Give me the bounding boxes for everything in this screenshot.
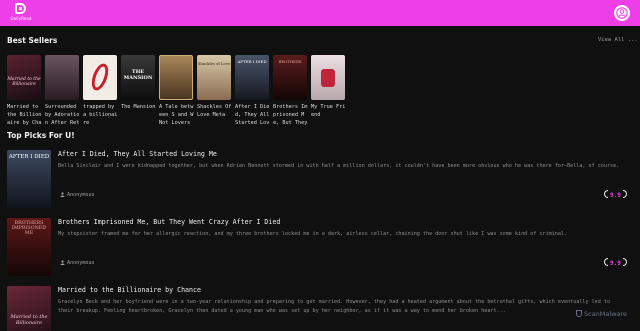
pick-description: My stepsister framed me for her allergic… — [58, 231, 568, 237]
book-cover — [45, 55, 79, 100]
book-cover: AFTER I DIED — [235, 55, 269, 100]
cover-art — [88, 61, 112, 93]
rating-value: 9.9 — [610, 192, 621, 199]
user-avatar-button[interactable] — [614, 5, 630, 21]
pick-author: Anonymous — [60, 260, 95, 266]
top-picks-heading: Top Picks For U! — [7, 131, 75, 140]
book-cover: Shackles of Love — [197, 55, 231, 100]
cover-title: Married to the Billionaire — [7, 77, 41, 87]
rating-badge: 9.9 — [604, 258, 627, 268]
book-title: Brothers Imprisoned Me, But They Went Cr… — [273, 104, 308, 126]
pick-cover: AFTER I DIED — [7, 150, 51, 208]
book-cover: Married to the Billionaire — [7, 55, 41, 100]
best-sellers-heading: Best Sellers — [7, 36, 58, 45]
shield-icon — [576, 310, 582, 317]
book-card[interactable]: Surrounded by Adoration After Return — [45, 55, 79, 128]
cover-art — [321, 69, 335, 87]
cover-title: THE MANSION — [123, 69, 153, 81]
book-title: Surrounded by Adoration After Return — [45, 104, 80, 126]
top-pick-item[interactable]: AFTER I DIED After I Died, They All Star… — [7, 150, 633, 212]
book-card[interactable]: trapped by a billionaire — [83, 55, 117, 128]
laurel-right-icon — [622, 190, 627, 198]
pick-description: Bella Sinclair and I were kidnapped toge… — [58, 163, 620, 169]
book-cover — [311, 55, 345, 100]
view-all-link[interactable]: View All ... — [598, 37, 638, 43]
cover-title: AFTER I DIED — [237, 59, 267, 64]
pick-cover: Married to the Billionaire — [7, 286, 51, 331]
person-icon — [60, 192, 65, 197]
book-cover: BROTHERS — [273, 55, 307, 100]
cover-title: AFTER I DIED — [8, 154, 50, 160]
cover-title: BROTHERS — [278, 59, 302, 64]
pick-title: Brothers Imprisoned Me, But They Went Cr… — [58, 218, 281, 226]
rating-badge: 9.9 — [604, 190, 627, 200]
person-icon — [60, 260, 65, 265]
author-name: Anonymous — [67, 192, 95, 198]
book-card[interactable]: Shackles of Love Shackles Of Love Meta — [197, 55, 231, 128]
top-pick-item[interactable]: Married to the Billionaire Married to th… — [7, 286, 633, 331]
book-card[interactable]: AFTER I DIED After I Died, They All Star… — [235, 55, 269, 128]
book-card[interactable]: BROTHERS Brothers Imprisoned Me, But The… — [273, 55, 307, 128]
book-cover — [83, 55, 117, 100]
book-title: trapped by a billionaire — [83, 104, 118, 126]
user-icon — [616, 7, 628, 19]
pick-title: Married to the Billionaire by Chance — [58, 286, 201, 294]
book-cover — [159, 55, 193, 100]
pick-cover: BROTHERS IMPRISONED ME — [7, 218, 51, 276]
watermark-text: ScanMalware — [584, 310, 628, 318]
cover-title: BROTHERS IMPRISONED ME — [11, 221, 47, 236]
book-card[interactable]: A Tale between S and W Not Lovers — [159, 55, 193, 128]
book-title: The Mansion — [121, 104, 156, 110]
rating-value: 9.9 — [610, 260, 621, 267]
book-card[interactable]: Married to the Billionaire Married to th… — [7, 55, 41, 128]
pick-author: Anonymous — [60, 192, 95, 198]
top-pick-item[interactable]: BROTHERS IMPRISONED ME Brothers Imprison… — [7, 218, 633, 280]
laurel-left-icon — [604, 258, 608, 266]
book-cover: THE MANSION — [121, 55, 155, 100]
best-sellers-shelf: Married to the Billionaire Married to th… — [7, 55, 352, 130]
book-title: A Tale between S and W Not Lovers — [159, 104, 194, 126]
cover-title: Married to the Billionaire — [10, 314, 48, 326]
author-name: Anonymous — [67, 260, 95, 266]
pick-description: Gracelyn Beck and her boyfriend were in … — [58, 299, 611, 314]
logo[interactable]: DailyRead — [10, 3, 32, 23]
book-title: My True Friend — [311, 104, 346, 118]
book-title: Married to the Billionaire by Chance — [7, 104, 42, 126]
book-title: Shackles Of Love Meta — [197, 104, 232, 118]
book-card[interactable]: THE MANSION The Mansion — [121, 55, 155, 128]
book-title: After I Died, They All Started Loving Me — [235, 104, 270, 126]
cover-title: Shackles of Love — [197, 61, 231, 66]
laurel-left-icon — [604, 190, 608, 198]
logo-text: DailyRead — [10, 16, 32, 21]
top-bar: DailyRead — [0, 0, 640, 26]
scanmalware-watermark: ScanMalware — [576, 310, 627, 318]
laurel-right-icon — [622, 258, 627, 266]
book-card[interactable]: My True Friend — [311, 55, 345, 128]
pick-title: After I Died, They All Started Loving Me — [58, 150, 217, 158]
logo-icon — [15, 3, 26, 14]
